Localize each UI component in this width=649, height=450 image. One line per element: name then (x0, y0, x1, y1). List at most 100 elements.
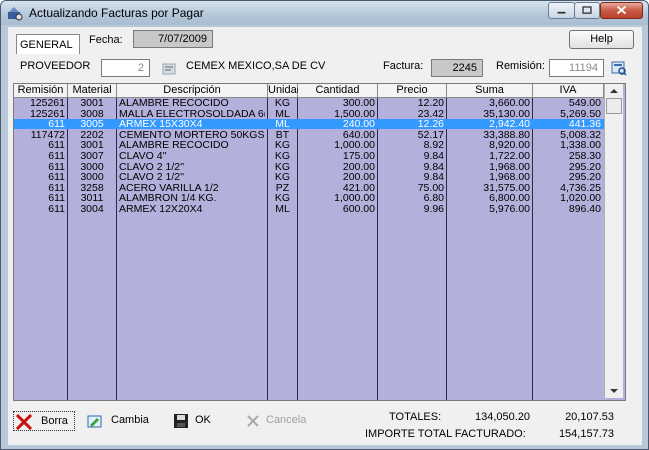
table-cell-material: 2202 (80, 129, 104, 140)
table-cell-suma: 1,722.00 (489, 151, 530, 161)
column-header-precio[interactable]: Precio (378, 84, 447, 98)
table-cell-iva: 4,736.25 (560, 182, 601, 193)
table-cell-remision: 611 (48, 182, 65, 193)
proveedor-name: CEMEX MEXICO,SA DE CV (186, 60, 326, 72)
minimize-button[interactable] (548, 2, 575, 19)
table-cell-descripcion: ACERO VARILLA 1/2 (119, 182, 219, 193)
table-cell-descripcion: CEMENTO MORTERO 50KGS (119, 129, 265, 140)
column-header-iva[interactable]: IVA (533, 84, 604, 98)
maximize-icon (582, 6, 592, 14)
table-cell-unidad: KG (274, 161, 291, 172)
table-cell-material: 3000 (80, 161, 104, 172)
table-cell-iva: 5,008.32 (560, 129, 601, 140)
table-cell-suma: 3,660.00 (489, 98, 530, 108)
facturas-grid[interactable]: Remisión Material Descripción Unidad Cantida… (13, 83, 626, 401)
table-cell-iva: 258.30 (568, 151, 601, 161)
table-cell-material: 3001 (80, 140, 104, 151)
table-cell-unidad: ML (275, 204, 290, 214)
table-cell-unidad: ML (275, 108, 290, 119)
form-panel: GENERAL Fecha: 7/07/2009 Help PROVEEDOR … (8, 27, 642, 445)
scrollbar-thumb[interactable] (606, 98, 622, 114)
column-header-descripcion[interactable]: Descripción (117, 84, 268, 98)
table-cell-descripcion: ALAMBRE RECOCIDO (119, 140, 229, 151)
table-cell-cantidad: 421.00 (342, 182, 375, 193)
maximize-button[interactable] (574, 2, 600, 19)
close-icon (616, 5, 627, 15)
table-cell-suma: 35,130.00 (483, 108, 530, 119)
table-cell-cantidad: 600.00 (342, 204, 375, 214)
close-button[interactable] (600, 2, 643, 19)
table-cell-unidad: PZ (275, 182, 290, 193)
table-cell-precio: 75.00 (417, 182, 444, 193)
table-cell-suma: 2,942.40 (489, 119, 530, 130)
table-cell-unidad: KG (274, 98, 291, 108)
table-cell-material: 3258 (80, 182, 104, 193)
tab-general-label: GENERAL (20, 39, 73, 51)
table-cell-material: 3005 (80, 119, 104, 130)
table-cell-iva: 1,020.00 (560, 193, 601, 204)
column-header-cantidad[interactable]: Cantidad (298, 84, 378, 98)
proveedor-code-input[interactable]: 2 (101, 59, 150, 77)
table-cell-iva: 1,338.00 (560, 140, 601, 151)
cancela-button[interactable]: Cancela (243, 411, 313, 431)
ok-button[interactable]: OK (171, 411, 219, 431)
cambia-button[interactable]: Cambia (85, 411, 149, 431)
table-cell-remision: 125261 (29, 108, 65, 119)
scroll-down-icon[interactable] (605, 385, 623, 397)
importe-label: IMPORTE TOTAL FACTURADO: (365, 428, 526, 440)
table-cell-remision: 611 (48, 204, 65, 214)
table-cell-unidad: KG (274, 172, 291, 183)
cancela-label: Cancela (266, 414, 307, 426)
table-cell-material: 3004 (80, 204, 104, 214)
table-cell-iva: 441.36 (568, 119, 601, 130)
table-cell-precio: 8.92 (423, 140, 444, 151)
table-cell-descripcion: ALAMBRON 1/4 KG. (119, 193, 217, 204)
table-cell-suma: 6,800.00 (489, 193, 530, 204)
table-cell-precio: 52.17 (417, 129, 444, 140)
table-cell-precio: 9.96 (423, 204, 444, 214)
table-cell-cantidad: 175.00 (342, 151, 375, 161)
search-remision-icon[interactable] (611, 60, 627, 76)
iva-total-value: 20,107.53 (565, 411, 614, 423)
vertical-scrollbar[interactable] (604, 84, 623, 398)
table-cell-precio: 9.84 (423, 161, 444, 172)
proveedor-label: PROVEEDOR (20, 60, 91, 72)
table-cell-suma: 5,976.00 (489, 204, 530, 214)
ok-label: OK (195, 414, 211, 426)
suma-total-value: 134,050.20 (475, 411, 531, 423)
table-cell-material: 3011 (80, 193, 104, 204)
table-cell-cantidad: 200.00 (342, 172, 375, 183)
remision-input[interactable]: 11194 (549, 59, 604, 77)
cambia-label: Cambia (111, 414, 149, 426)
factura-label: Factura: (383, 60, 424, 72)
table-cell-material: 3008 (80, 108, 104, 119)
search-proveedor-icon[interactable] (162, 61, 178, 77)
title-bar[interactable]: Actualizando Facturas por Pagar (1, 1, 648, 25)
table-cell-iva: 295.20 (568, 172, 601, 183)
column-header-unidad[interactable]: Unidad (268, 84, 303, 98)
table-cell-suma: 1,968.00 (489, 161, 530, 172)
delete-x-icon (16, 414, 32, 430)
table-cell-precio: 6.80 (423, 193, 444, 204)
app-icon (7, 5, 23, 21)
scroll-up-icon[interactable] (605, 85, 623, 97)
table-cell-material: 3001 (80, 98, 104, 108)
table-cell-descripcion: ARMEX 12X20X4 (119, 204, 203, 214)
table-cell-remision: 611 (48, 151, 65, 161)
cancel-x-icon (247, 415, 259, 427)
table-cell-cantidad: 1,500.00 (334, 108, 375, 119)
fecha-field: 7/07/2009 (133, 30, 213, 48)
table-cell-precio: 23.42 (417, 108, 444, 119)
table-cell-descripcion: ARMEX 15X30X4 (119, 119, 203, 130)
column-header-suma[interactable]: Suma (447, 84, 533, 98)
borra-button[interactable]: Borra (13, 411, 75, 431)
column-header-remision[interactable]: Remisión (14, 84, 68, 98)
table-cell-suma: 1,968.00 (489, 172, 530, 183)
help-button[interactable]: Help (569, 30, 634, 49)
column-header-material[interactable]: Material (68, 84, 117, 98)
table-cell-descripcion: CLAVO 2 1/2'' (119, 161, 185, 172)
tab-general[interactable]: GENERAL (16, 34, 80, 54)
table-cell-cantidad: 240.00 (342, 119, 375, 130)
window-title: Actualizando Facturas por Pagar (29, 6, 204, 20)
table-cell-material: 3007 (80, 151, 104, 161)
